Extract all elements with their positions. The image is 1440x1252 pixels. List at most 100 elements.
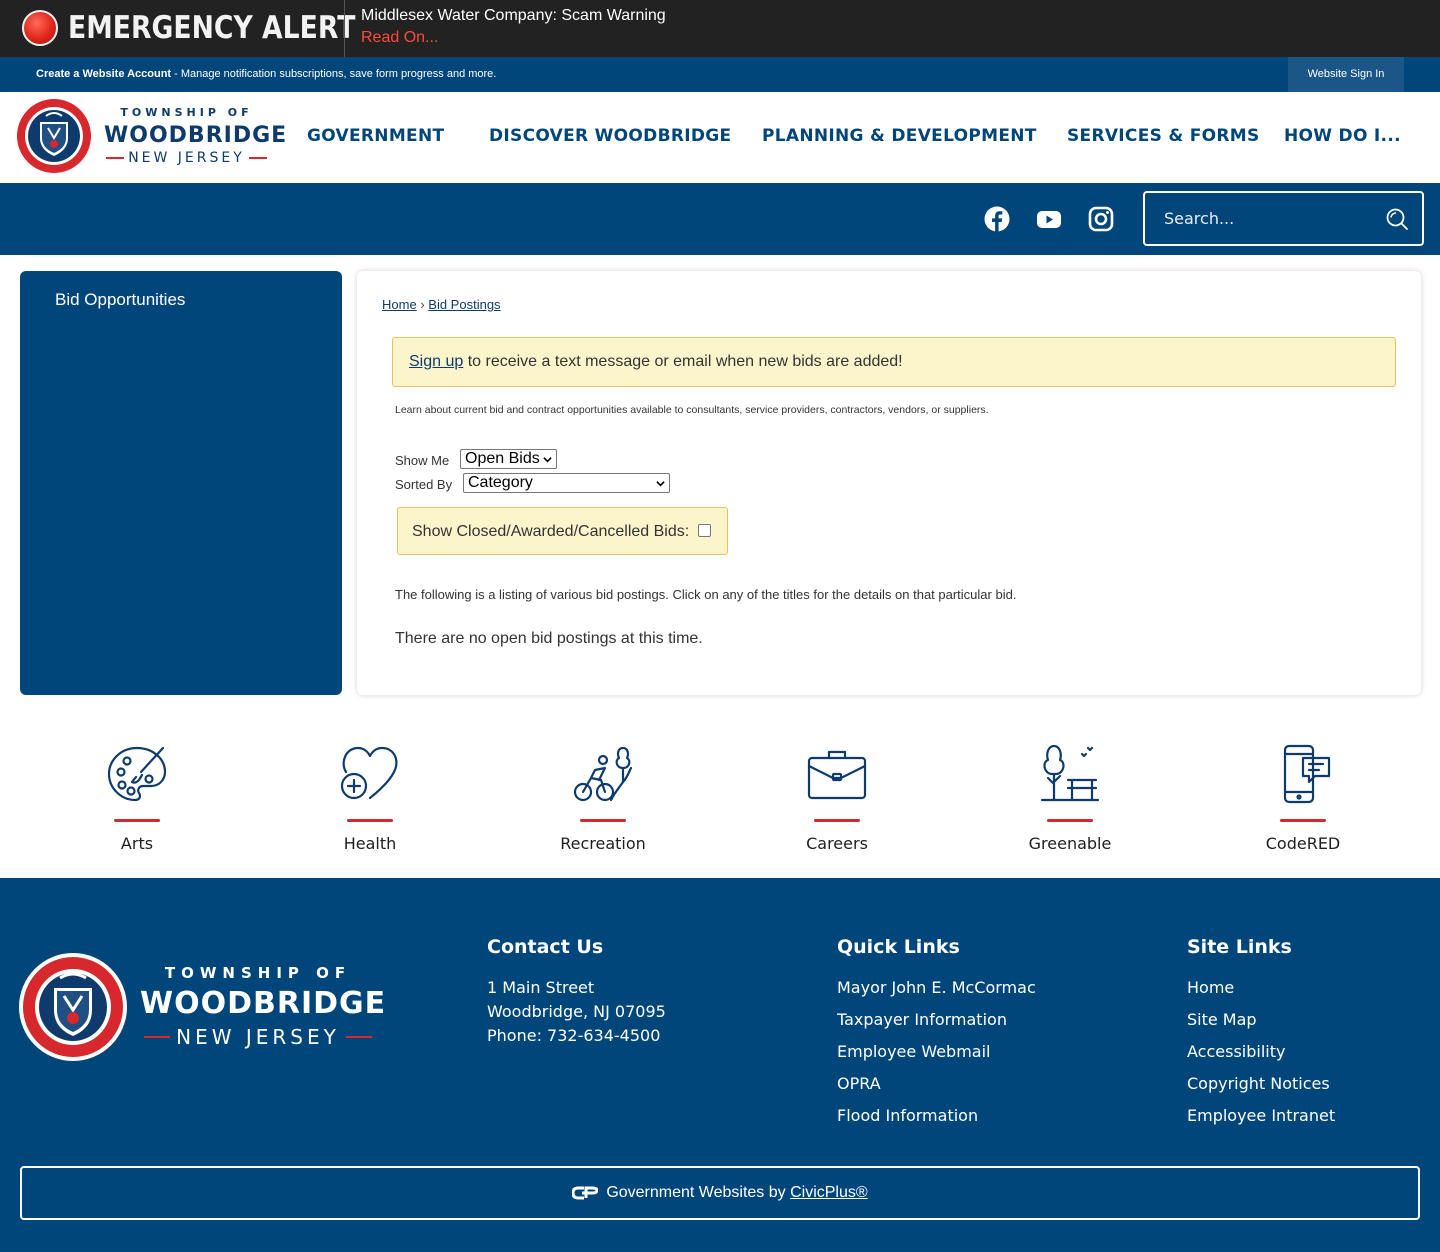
footer-site-links-column: Site Links Home Site Map Accessibility C… — [1187, 936, 1335, 1132]
township-seal-icon[interactable] — [16, 98, 92, 174]
nav-item-government[interactable]: GOVERNMENT — [307, 126, 444, 146]
sidebar-item-bid-opportunities[interactable]: Bid Opportunities — [55, 290, 185, 310]
show-me-select[interactable]: Open Bids — [460, 449, 557, 469]
footer-logo-red-line-right — [345, 1036, 372, 1038]
site-header: TOWNSHIP OF WOODBRIDGE NEW JERSEY GOVERN… — [0, 92, 1440, 183]
quick-link-underline — [814, 819, 860, 822]
logo-state-row: NEW JERSEY — [104, 150, 269, 166]
quick-link-underline — [580, 819, 626, 822]
footer-address-line-1: 1 Main Street — [487, 978, 595, 997]
nav-item-how-do-i[interactable]: HOW DO I... — [1284, 126, 1401, 146]
footer-contact-column: Contact Us 1 Main Street Woodbridge, NJ … — [487, 936, 666, 1048]
breadcrumb-home-link[interactable]: Home — [382, 297, 417, 312]
footer-logo-red-line-left — [144, 1036, 171, 1038]
chevron-down-icon — [656, 481, 665, 487]
sidebar: Bid Opportunities — [20, 271, 342, 695]
footer-link-employee-intranet[interactable]: Employee Intranet — [1187, 1100, 1335, 1132]
website-sign-in-button[interactable]: Website Sign In — [1288, 57, 1404, 92]
footer-address-line-2: Woodbridge, NJ 07095 — [487, 1002, 666, 1021]
alert-divider — [344, 0, 345, 57]
breadcrumb-separator: › — [420, 297, 425, 312]
park-bench-icon — [1040, 744, 1100, 802]
footer-quick-links-column: Quick Links Mayor John E. McCormac Taxpa… — [837, 936, 1036, 1132]
phone-message-icon — [1283, 744, 1331, 804]
footer-logo-state-text: NEW JERSEY — [176, 1025, 340, 1049]
footer-logo-state-row: NEW JERSEY — [140, 1025, 376, 1049]
logo-state-text: NEW JERSEY — [128, 150, 245, 166]
sorted-by-select[interactable]: Category — [463, 473, 670, 493]
header-logo-text[interactable]: TOWNSHIP OF WOODBRIDGE NEW JERSEY — [104, 106, 288, 166]
quick-link-underline — [1047, 819, 1093, 822]
search-input[interactable] — [1164, 193, 1374, 244]
logo-name-text: WOODBRIDGE — [104, 123, 288, 148]
logo-red-line-right — [248, 157, 267, 159]
footer-link-mayor[interactable]: Mayor John E. McCormac — [837, 972, 1036, 1004]
footer-link-site-map[interactable]: Site Map — [1187, 1004, 1335, 1036]
signup-link[interactable]: Sign up — [409, 353, 463, 370]
listing-description: The following is a listing of various bi… — [395, 587, 1017, 602]
civicplus-credit: Government Websites by CivicPlus® — [22, 1184, 1418, 1202]
heart-health-icon — [340, 746, 398, 800]
alert-read-on-link[interactable]: Read On... — [361, 29, 438, 47]
cyclist-icon — [573, 746, 633, 802]
briefcase-icon — [807, 750, 867, 800]
show-me-selected-value: Open Bids — [465, 450, 540, 467]
civicplus-link[interactable]: CivicPlus® — [790, 1184, 868, 1201]
quick-link-greenable[interactable]: Greenable — [990, 742, 1150, 853]
nav-item-discover-woodbridge[interactable]: DISCOVER WOODBRIDGE — [489, 126, 731, 146]
palette-icon — [107, 746, 167, 802]
quick-link-health[interactable]: Health — [290, 742, 450, 853]
closed-bids-checkbox[interactable] — [698, 524, 711, 537]
footer-logo-text[interactable]: TOWNSHIP OF WOODBRIDGE NEW JERSEY — [140, 964, 385, 1049]
footer-link-opra[interactable]: OPRA — [837, 1068, 1036, 1100]
quick-link-label: Arts — [120, 834, 154, 853]
quick-link-codered[interactable]: CodeRED — [1223, 742, 1383, 853]
quick-link-label: Health — [343, 834, 397, 853]
quick-link-label: Careers — [806, 834, 868, 853]
footer-link-home[interactable]: Home — [1187, 972, 1335, 1004]
civicplus-credit-box: Government Websites by CivicPlus® — [20, 1166, 1420, 1220]
nav-item-planning-development[interactable]: PLANNING & DEVELOPMENT — [762, 126, 1037, 146]
signup-notice: Sign up to receive a text message or ema… — [392, 337, 1396, 387]
main-content: Home › Bid Postings Sign up to receive a… — [357, 271, 1421, 695]
alert-title: EMERGENCY ALERT — [68, 10, 356, 46]
logo-township-text: TOWNSHIP OF — [120, 106, 253, 119]
alert-message: Middlesex Water Company: Scam Warning — [361, 7, 666, 24]
footer-link-employee-webmail[interactable]: Employee Webmail — [837, 1036, 1036, 1068]
civicplus-logo-icon — [572, 1186, 599, 1200]
emergency-alert-bar: EMERGENCY ALERT Middlesex Water Company:… — [0, 0, 1440, 57]
footer-township-seal-icon[interactable] — [18, 952, 128, 1062]
footer-link-taxpayer-information[interactable]: Taxpayer Information — [837, 1004, 1036, 1036]
instagram-icon[interactable] — [1087, 205, 1115, 233]
facebook-icon[interactable] — [983, 205, 1011, 233]
quick-link-label: CodeRED — [1265, 834, 1341, 853]
footer: TOWNSHIP OF WOODBRIDGE NEW JERSEY Contac… — [0, 878, 1440, 1252]
footer-link-flood-information[interactable]: Flood Information — [837, 1100, 1036, 1132]
footer-link-accessibility[interactable]: Accessibility — [1187, 1036, 1335, 1068]
closed-bids-toggle-box: Show Closed/Awarded/Cancelled Bids: — [397, 507, 728, 555]
quick-link-underline — [114, 819, 160, 822]
footer-link-copyright-notices[interactable]: Copyright Notices — [1187, 1068, 1335, 1100]
signup-notice-text: Sign up to receive a text message or ema… — [409, 353, 903, 371]
youtube-icon[interactable] — [1035, 205, 1063, 233]
breadcrumb: Home › Bid Postings — [382, 297, 501, 312]
breadcrumb-bid-postings-link[interactable]: Bid Postings — [428, 297, 500, 312]
quick-link-underline — [347, 819, 393, 822]
quick-link-careers[interactable]: Careers — [757, 742, 917, 853]
create-account-link[interactable]: Create a Website Account — [36, 68, 171, 80]
alert-siren-icon — [22, 10, 58, 46]
account-text: Create a Website Account - Manage notifi… — [36, 68, 496, 80]
show-me-label: Show Me — [395, 453, 450, 468]
footer-phone: Phone: 732-634-4500 — [487, 1026, 661, 1045]
sorted-by-selected-value: Category — [468, 474, 533, 491]
search-icon[interactable] — [1385, 207, 1409, 231]
quick-link-label: Recreation — [560, 834, 646, 853]
quick-link-recreation[interactable]: Recreation — [523, 742, 683, 853]
create-account-description: - Manage notification subscriptions, sav… — [171, 68, 497, 80]
footer-site-links-heading: Site Links — [1187, 936, 1292, 958]
search-box — [1143, 191, 1424, 246]
intro-text: Learn about current bid and contract opp… — [395, 404, 989, 416]
nav-item-services-forms[interactable]: SERVICES & FORMS — [1067, 126, 1260, 146]
account-bar: Create a Website Account - Manage notifi… — [0, 57, 1440, 92]
quick-link-arts[interactable]: Arts — [57, 742, 217, 853]
